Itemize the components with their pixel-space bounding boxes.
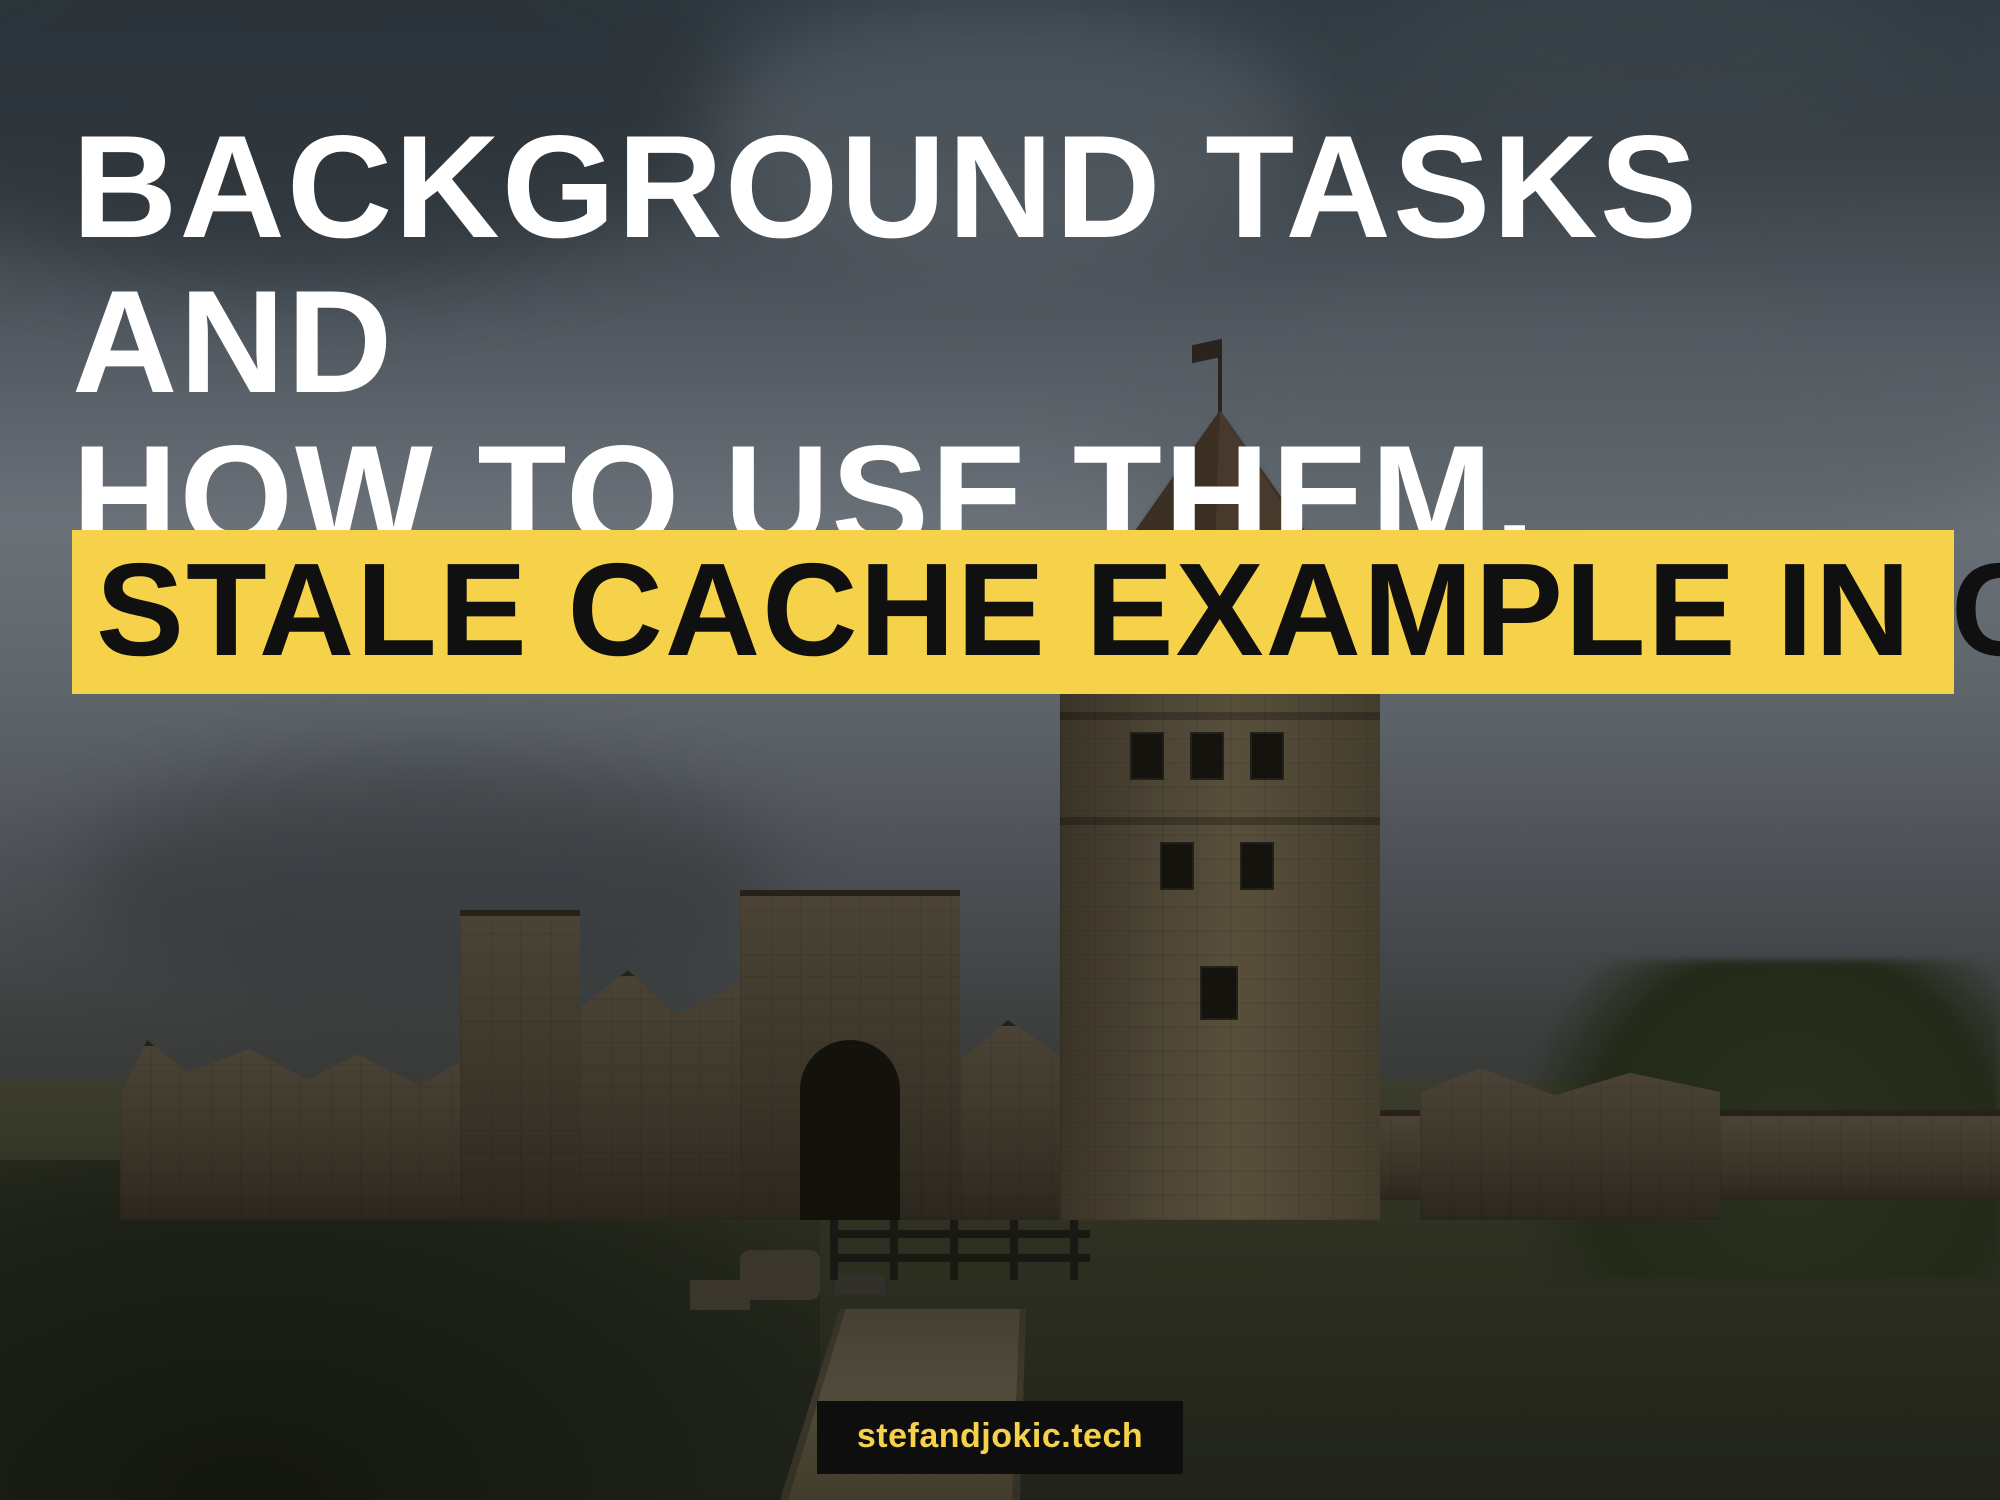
tower-window: [1190, 732, 1224, 780]
gate-arch: [800, 1040, 900, 1220]
site-badge: stefandjokic.tech: [817, 1401, 1183, 1474]
headline-line-1: Background tasks and: [72, 110, 1940, 420]
tower-window: [1160, 842, 1194, 890]
tower-window: [1250, 732, 1284, 780]
promo-graphic: Background tasks and how to use them. St…: [0, 0, 2000, 1500]
ruin-gatehouse: [740, 890, 960, 1220]
headline-highlight: Stale Cache example in C#: [72, 530, 1954, 694]
cloud-shape: [80, 760, 780, 1010]
headline: Background tasks and how to use them.: [72, 110, 1940, 574]
wooden-fence: [830, 1220, 1090, 1280]
tower-body: [1060, 660, 1380, 1220]
tower-window: [1200, 966, 1238, 1020]
tower-window: [1240, 842, 1274, 890]
ruin-wall: [120, 1040, 460, 1220]
headline-highlight-text: Stale Cache example in C#: [96, 544, 1930, 676]
ruin-wall: [580, 970, 740, 1220]
site-url: stefandjokic.tech: [857, 1417, 1143, 1455]
ruin-tower-fragment: [460, 910, 580, 1220]
rubble: [740, 1250, 820, 1300]
tower-window: [1130, 732, 1164, 780]
